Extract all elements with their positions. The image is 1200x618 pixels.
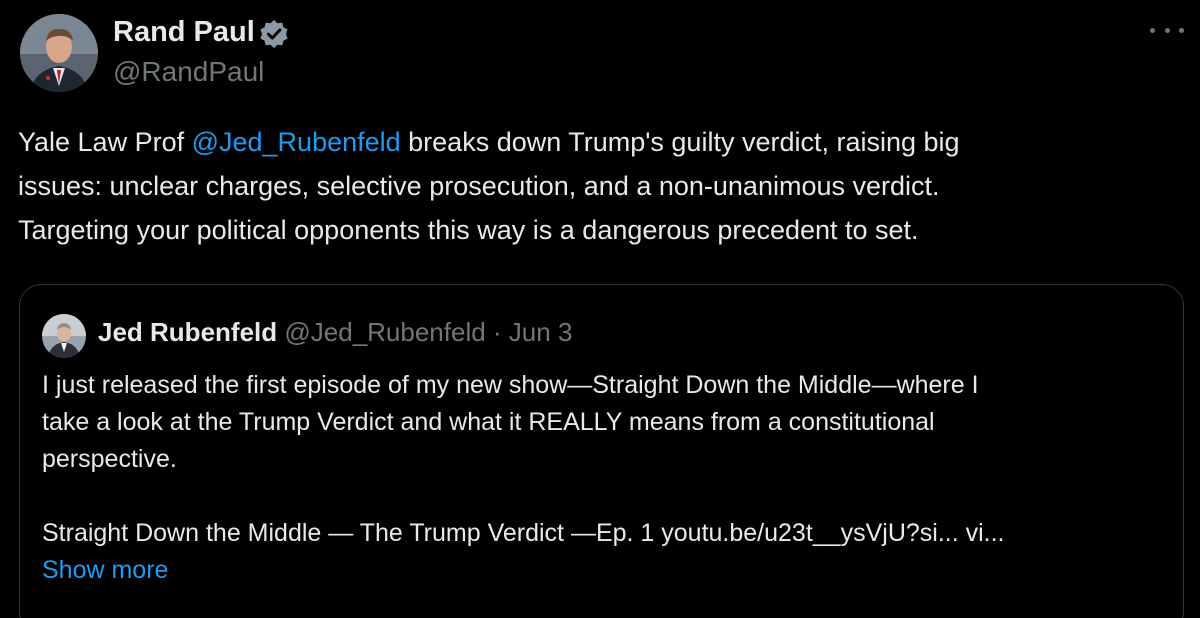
tweet-text-segment: Yale Law Prof [18,127,192,157]
quoted-author-avatar[interactable] [42,314,86,358]
show-more-link[interactable]: Show more [42,552,1172,589]
mention-link[interactable]: @Jed_Rubenfeld [192,127,401,157]
tweet[interactable]: Rand Paul @RandPaul Yale Law Prof @Jed_R… [0,0,1200,618]
quoted-author-name[interactable]: Jed Rubenfeld [98,317,277,347]
more-horizontal-icon[interactable] [1150,20,1184,40]
quoted-text-line: perspective. [42,445,177,473]
tweet-text-line: issues: unclear charges, selective prose… [18,171,940,201]
tweet-text-line: Targeting your political opponents this … [18,215,919,245]
more-dot [1179,27,1184,33]
more-dot [1150,27,1155,33]
author-handle[interactable]: @RandPaul [113,55,264,89]
quoted-text-line [42,478,1172,515]
quoted-header: Jed Rubenfeld @Jed_Rubenfeld · Jun 3 [98,315,572,349]
quoted-text: I just released the first episode of my … [42,367,1172,589]
quoted-text-line: I just released the first episode of my … [42,371,979,399]
quoted-date[interactable]: Jun 3 [509,317,573,347]
meta-separator: · [485,317,509,347]
tweet-text: Yale Law Prof @Jed_Rubenfeld breaks down… [18,120,1190,252]
quoted-text-line: take a look at the Trump Verdict and wha… [42,408,935,436]
tweet-text-segment: breaks down Trump's guilty verdict, rais… [400,127,960,157]
more-dot [1164,27,1170,33]
tweet-text-line: Yale Law Prof @Jed_Rubenfeld breaks down… [18,120,1190,164]
quoted-tweet[interactable]: Jed Rubenfeld @Jed_Rubenfeld · Jun 3 I j… [19,284,1184,618]
author-avatar[interactable] [20,14,98,92]
author-name[interactable]: Rand Paul [113,15,255,49]
verified-badge-icon [258,18,290,50]
quoted-text-line: Straight Down the Middle — The Trump Ver… [42,519,1005,547]
quoted-author-handle[interactable]: @Jed_Rubenfeld [284,317,485,347]
